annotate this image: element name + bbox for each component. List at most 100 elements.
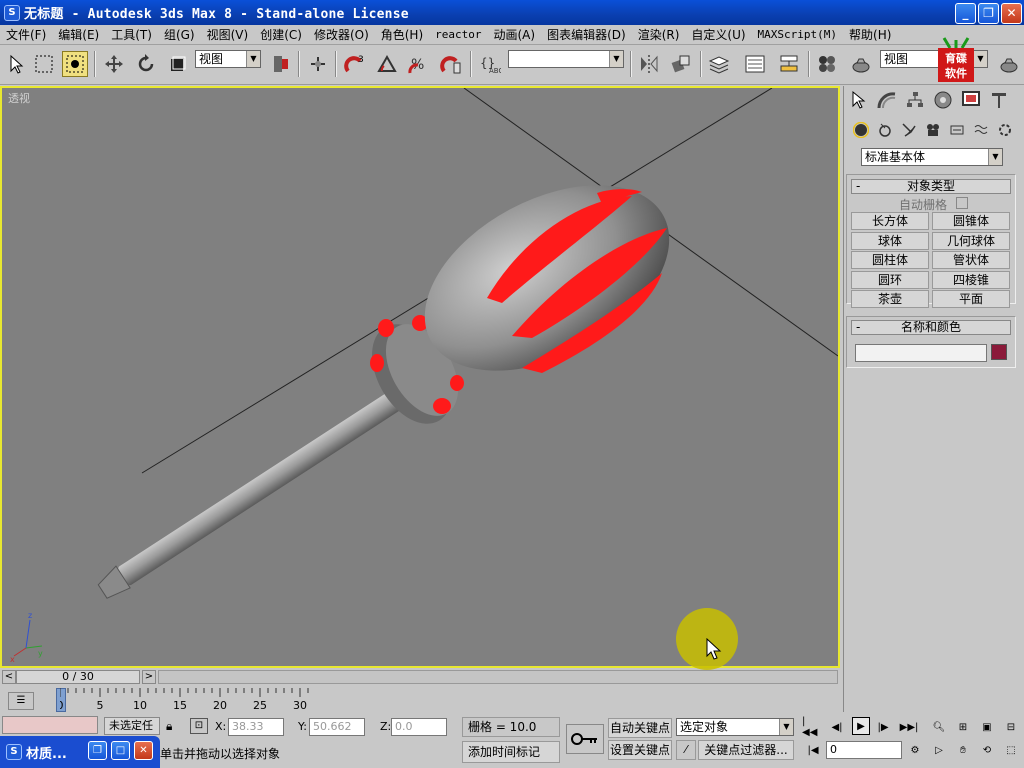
set-key-icon[interactable] <box>566 724 604 754</box>
auto-key-button[interactable]: 自动关键点 <box>608 718 672 738</box>
shapes-icon[interactable] <box>876 121 894 139</box>
menu-views[interactable]: 视图(V) <box>201 26 255 43</box>
create-tab-icon[interactable] <box>847 88 871 112</box>
prev-frame-arrow-icon[interactable]: < <box>2 670 16 684</box>
menu-file[interactable]: 文件(F) <box>0 26 52 43</box>
minimize-button[interactable]: _ <box>955 3 976 24</box>
menu-rendering[interactable]: 渲染(R) <box>632 26 686 43</box>
time-configuration-icon[interactable]: ⚙ <box>906 741 924 759</box>
utilities-tab-icon[interactable] <box>987 88 1011 112</box>
named-selection-icon[interactable]: {} ABC <box>477 51 503 77</box>
menu-modifiers[interactable]: 修改器(O) <box>308 26 375 43</box>
menu-reactor[interactable]: reactor <box>429 28 487 41</box>
app-icon[interactable]: S <box>4 4 20 21</box>
select-manipulate-icon[interactable] <box>305 51 331 77</box>
screwdriver-model[interactable]: z x y <box>2 88 838 666</box>
rotate-icon[interactable] <box>133 51 159 77</box>
menu-graph-editors[interactable]: 图表编辑器(D) <box>541 26 632 43</box>
pivot-center-icon[interactable] <box>268 51 294 77</box>
close-button[interactable]: ✕ <box>1001 3 1022 24</box>
menu-customize[interactable]: 自定义(U) <box>685 26 751 43</box>
maximize-viewport-icon[interactable]: ⬚ <box>1002 741 1020 759</box>
menu-create[interactable]: 创建(C) <box>254 26 308 43</box>
menu-maxscript[interactable]: MAXScript(M) <box>752 28 843 41</box>
minimized-restore-button[interactable]: ❐ <box>88 741 107 760</box>
perspective-viewport[interactable]: 透视 z x y <box>0 86 840 668</box>
angle-snap-icon[interactable] <box>374 51 400 77</box>
space-warps-icon[interactable] <box>972 121 990 139</box>
named-selection-sets-dropdown[interactable]: ▼ <box>508 50 624 68</box>
object-color-swatch[interactable] <box>991 344 1007 360</box>
arc-rotate-icon[interactable]: ⟲ <box>978 741 996 759</box>
minimized-close-button[interactable]: ✕ <box>134 741 153 760</box>
tube-button[interactable]: 管状体 <box>932 251 1010 269</box>
systems-icon[interactable] <box>996 121 1014 139</box>
restore-button[interactable]: ❐ <box>978 3 999 24</box>
name-color-header[interactable]: - 名称和颜色 <box>851 320 1011 335</box>
sphere-button[interactable]: 球体 <box>851 232 929 250</box>
helpers-icon[interactable] <box>948 121 966 139</box>
minimized-window-bar[interactable]: S 材质... ❐ □ ✕ <box>0 736 160 768</box>
percent-snap-icon[interactable]: % <box>406 51 432 77</box>
zoom-all-icon[interactable]: ⊞ <box>954 718 972 736</box>
curve-editor-icon[interactable] <box>742 51 768 77</box>
track-bar[interactable]: ☰ 0 5 10 15 20 25 30 <box>0 688 840 714</box>
geosphere-button[interactable]: 几何球体 <box>932 232 1010 250</box>
rectangular-selection-icon[interactable] <box>31 51 57 77</box>
autogrid-checkbox[interactable] <box>956 197 968 209</box>
material-editor-icon[interactable] <box>814 51 840 77</box>
mini-curve-editor-icon[interactable]: ☰ <box>8 692 34 710</box>
time-slider-track[interactable] <box>158 670 838 684</box>
scale-icon[interactable] <box>165 51 191 77</box>
set-key-button[interactable]: 设置关键点 <box>608 740 672 760</box>
menu-tools[interactable]: 工具(T) <box>105 26 158 43</box>
cylinder-button[interactable]: 圆柱体 <box>851 251 929 269</box>
select-object-icon[interactable] <box>3 51 29 77</box>
field-of-view-icon[interactable]: ▷ <box>930 741 948 759</box>
absolute-mode-icon[interactable]: ⊡ <box>190 718 208 734</box>
lock-icon[interactable]: 🔒︎ <box>166 719 172 734</box>
cameras-icon[interactable] <box>924 121 942 139</box>
object-type-header[interactable]: - 对象类型 <box>851 179 1011 194</box>
window-crossing-icon[interactable] <box>62 51 88 77</box>
reference-coordinate-dropdown[interactable]: 视图 ▼ <box>195 50 261 68</box>
time-slider-thumb[interactable]: 0 / 30 <box>16 670 140 684</box>
menu-help[interactable]: 帮助(H) <box>843 26 897 43</box>
motion-tab-icon[interactable] <box>931 88 955 112</box>
zoom-extents-all-icon[interactable]: ⊟ <box>1002 718 1020 736</box>
key-filters-button[interactable]: 关键点过滤器... <box>698 740 794 760</box>
teapot-button[interactable]: 茶壶 <box>851 290 929 308</box>
previous-frame-icon[interactable]: ◀| <box>828 718 846 736</box>
zoom-extents-icon[interactable]: ▣ <box>978 718 996 736</box>
menu-edit[interactable]: 编辑(E) <box>52 26 105 43</box>
minimized-maximize-button[interactable]: □ <box>111 741 130 760</box>
geometry-icon[interactable] <box>852 121 870 139</box>
display-tab-icon[interactable] <box>959 88 983 112</box>
move-icon[interactable] <box>101 51 127 77</box>
mirror-icon[interactable] <box>636 51 662 77</box>
goto-start-icon[interactable]: |◀◀ <box>802 716 820 738</box>
modify-tab-icon[interactable] <box>875 88 899 112</box>
next-frame-icon[interactable]: |▶ <box>874 718 892 736</box>
goto-end-icon[interactable]: ▶▶| <box>900 718 919 736</box>
align-icon[interactable] <box>668 51 694 77</box>
hierarchy-tab-icon[interactable] <box>903 88 927 112</box>
torus-button[interactable]: 圆环 <box>851 271 929 289</box>
menu-animation[interactable]: 动画(A) <box>488 26 542 43</box>
object-category-dropdown[interactable]: 标准基本体 ▼ <box>861 148 1003 166</box>
current-frame-field[interactable]: 0 <box>826 741 902 759</box>
snap-toggle-icon[interactable]: 3 <box>342 51 368 77</box>
pan-icon[interactable]: ✋︎ <box>954 741 972 759</box>
spinner-snap-icon[interactable] <box>438 51 464 77</box>
lights-icon[interactable] <box>900 121 918 139</box>
menu-group[interactable]: 组(G) <box>158 26 201 43</box>
y-coordinate-field[interactable]: 50.662 <box>309 718 365 736</box>
add-time-tag-button[interactable]: 添加时间标记 <box>462 741 560 763</box>
menu-character[interactable]: 角色(H) <box>375 26 429 43</box>
next-frame-arrow-icon[interactable]: > <box>142 670 156 684</box>
maxscript-listener[interactable] <box>2 716 98 734</box>
quick-render-icon[interactable] <box>996 51 1022 77</box>
x-coordinate-field[interactable]: 38.33 <box>228 718 284 736</box>
box-button[interactable]: 长方体 <box>851 212 929 230</box>
object-name-field[interactable] <box>855 344 987 362</box>
